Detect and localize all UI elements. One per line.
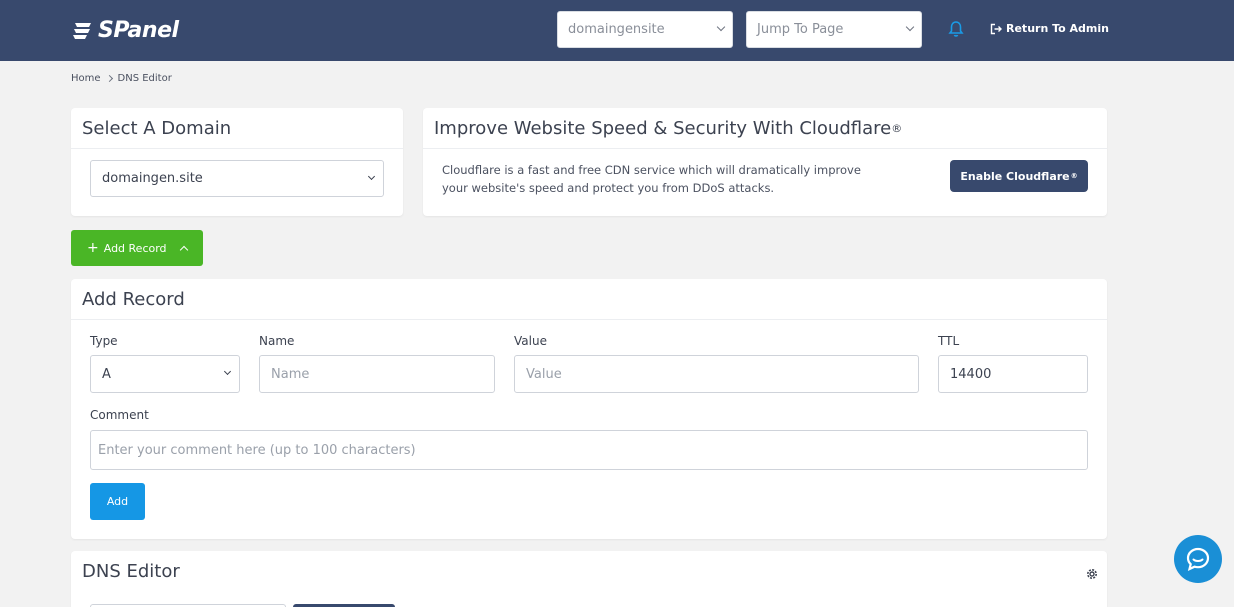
settings-gear-icon[interactable]: [1085, 566, 1099, 585]
ttl-label: TTL: [938, 334, 960, 348]
registered-mark: ®: [891, 121, 903, 135]
chat-support-button[interactable]: [1174, 535, 1222, 583]
comment-input[interactable]: Enter your comment here (up to 100 chara…: [90, 430, 1088, 470]
value-placeholder: Value: [526, 366, 562, 382]
top-navbar: SPanel domaingensite Jump To Page Return…: [0, 0, 1234, 61]
add-record-card: Add Record: [71, 279, 1107, 539]
breadcrumb-home[interactable]: Home: [71, 73, 101, 84]
select-domain-card: Select A Domain domaingen.site: [71, 108, 403, 216]
chat-icon: [1186, 547, 1210, 571]
chevron-right-icon: [105, 74, 113, 83]
chevron-up-icon: [179, 245, 188, 255]
domain-select-value: domaingensite: [568, 22, 665, 37]
chevron-down-icon: [223, 367, 232, 376]
chevron-down-icon: [905, 22, 915, 32]
dns-editor-card: DNS Editor: [71, 551, 1107, 607]
cloudflare-title-text: Improve Website Speed & Security With Cl…: [434, 117, 892, 139]
name-input[interactable]: Name: [259, 355, 495, 393]
enable-cloudflare-label: Enable Cloudflare: [960, 169, 1070, 183]
dns-editor-title: DNS Editor: [82, 561, 180, 582]
chevron-down-icon: [367, 172, 376, 180]
ttl-value: 14400: [950, 366, 992, 382]
type-label: Type: [90, 334, 118, 348]
registered-mark: ®: [1070, 172, 1078, 180]
jump-to-page-value: Jump To Page: [757, 22, 844, 37]
breadcrumb: Home DNS Editor: [71, 73, 172, 84]
name-placeholder: Name: [271, 366, 310, 382]
select-domain-title: Select A Domain: [71, 108, 403, 149]
jump-to-page-select[interactable]: Jump To Page: [746, 11, 922, 48]
domain-select[interactable]: domaingensite: [557, 11, 733, 48]
enable-cloudflare-button[interactable]: Enable Cloudflare ®: [950, 160, 1088, 192]
logo-text: SPanel: [98, 17, 179, 43]
spanel-logo-icon: [73, 23, 91, 39]
return-to-admin-link[interactable]: Return To Admin: [990, 22, 1109, 35]
value-input[interactable]: Value: [514, 355, 919, 393]
breadcrumb-current: DNS Editor: [117, 73, 172, 84]
sign-out-icon: [990, 23, 1002, 34]
ttl-input[interactable]: 14400: [938, 355, 1088, 393]
cloudflare-description: Cloudflare is a fast and free CDN servic…: [442, 163, 861, 195]
value-label: Value: [514, 334, 547, 348]
cloudflare-card: Improve Website Speed & Security With Cl…: [423, 108, 1107, 216]
domain-dropdown[interactable]: domaingen.site: [90, 160, 384, 197]
add-button[interactable]: Add: [90, 483, 145, 520]
record-type-select[interactable]: A: [90, 355, 240, 393]
comment-placeholder: Enter your comment here (up to 100 chara…: [98, 442, 416, 458]
return-to-admin-label: Return To Admin: [1006, 22, 1109, 35]
spanel-logo[interactable]: SPanel: [71, 16, 179, 44]
record-type-value: A: [102, 366, 111, 382]
plus-icon: +: [87, 240, 99, 256]
notifications-bell-icon[interactable]: [948, 20, 964, 42]
comment-label: Comment: [90, 408, 149, 422]
name-label: Name: [259, 334, 295, 348]
domain-dropdown-value: domaingen.site: [102, 171, 203, 186]
chevron-down-icon: [716, 22, 726, 32]
add-record-toggle-label: Add Record: [103, 241, 167, 255]
add-record-toggle-button[interactable]: + Add Record: [71, 230, 203, 266]
add-record-title: Add Record: [71, 279, 1107, 320]
cloudflare-title: Improve Website Speed & Security With Cl…: [423, 108, 1107, 149]
